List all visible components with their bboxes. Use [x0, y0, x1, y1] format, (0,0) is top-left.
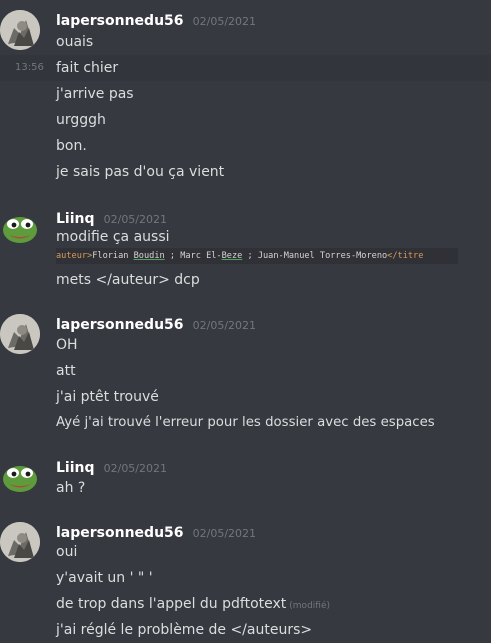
- message-line[interactable]: OH: [0, 332, 491, 358]
- message-line[interactable]: urgggh: [0, 107, 491, 133]
- timestamp: 02/05/2021: [192, 15, 257, 28]
- message-text: fait chier: [56, 60, 119, 76]
- message-text: att: [56, 363, 76, 379]
- message-text: mets </auteur> dcp: [56, 272, 200, 288]
- message-text: j'ai ptêt trouvé: [56, 389, 159, 405]
- message-line[interactable]: att: [0, 358, 491, 384]
- code-tag-open: auteur>: [56, 251, 93, 261]
- message-text: ah ?: [56, 480, 86, 496]
- message-line[interactable]: ouais: [0, 29, 491, 55]
- message-line[interactable]: de trop dans l'appel du pdftotext (modifi…: [0, 591, 491, 617]
- code-author-text: Florian: [92, 251, 134, 261]
- message-line[interactable]: je sais pas d'ou ça vient: [0, 159, 491, 185]
- message-text: j'ai réglé le problème de </auteurs>: [56, 622, 313, 638]
- message-line[interactable]: y'avait un ' " ': [0, 565, 491, 591]
- edited-label: (modifié): [289, 601, 330, 611]
- message-text: de trop dans l'appel du pdftotext: [56, 596, 287, 612]
- message-line[interactable]: 13:56 fait chier: [0, 55, 491, 81]
- message-text: je sais pas d'ou ça vient: [56, 164, 225, 180]
- message-line[interactable]: oui: [0, 539, 491, 565]
- message-line[interactable]: j'arrive pas: [0, 81, 491, 107]
- message-text: bon.: [56, 138, 87, 154]
- message-text: oui: [56, 544, 78, 560]
- code-author-name: Boudin: [133, 251, 165, 261]
- message-text: ouais: [56, 34, 94, 50]
- message-line[interactable]: j'ai réglé le problème de </auteurs>: [0, 617, 491, 643]
- code-separator: ; Marc El-: [164, 251, 222, 261]
- message-line[interactable]: bon.: [0, 133, 491, 159]
- code-author-name: Beze: [221, 251, 243, 261]
- username[interactable]: Liinq: [56, 460, 95, 476]
- message-text: Ayé j'ai trouvé l'erreur pour les dossie…: [56, 415, 435, 430]
- message-text: urgggh: [56, 112, 106, 128]
- message-text-wrapper: de trop dans l'appel du pdftotext (modifi…: [56, 591, 330, 619]
- message-line[interactable]: modifie ça aussi: [0, 224, 491, 250]
- username[interactable]: lapersonnedu56: [56, 13, 184, 29]
- message-line[interactable]: j'ai ptêt trouvé: [0, 384, 491, 410]
- message-text: y'avait un ' " ': [56, 570, 153, 586]
- hover-timestamp: 13:56: [15, 62, 44, 73]
- code-separator: ; Juan-Manuel Torres-Moreno: [242, 251, 388, 261]
- message-line[interactable]: ah ?: [0, 475, 491, 501]
- timestamp: 02/05/2021: [103, 462, 168, 475]
- chat-pane: { "users": { "lapersonne": "lapersonnedu…: [0, 0, 491, 642]
- message-line[interactable]: Ayé j'ai trouvé l'erreur pour les dossie…: [0, 410, 491, 436]
- message-text: OH: [56, 337, 78, 353]
- message-text: modifie ça aussi: [56, 229, 170, 245]
- message-line[interactable]: mets </auteur> dcp: [0, 267, 491, 293]
- message-text: j'arrive pas: [56, 86, 134, 102]
- code-screenshot-attachment[interactable]: auteur>Florian Boudin ; Marc El-Beze ; J…: [56, 248, 458, 264]
- timestamp: 02/05/2021: [192, 319, 257, 332]
- code-tag-close: </titre: [387, 251, 424, 261]
- username[interactable]: lapersonnedu56: [56, 317, 184, 333]
